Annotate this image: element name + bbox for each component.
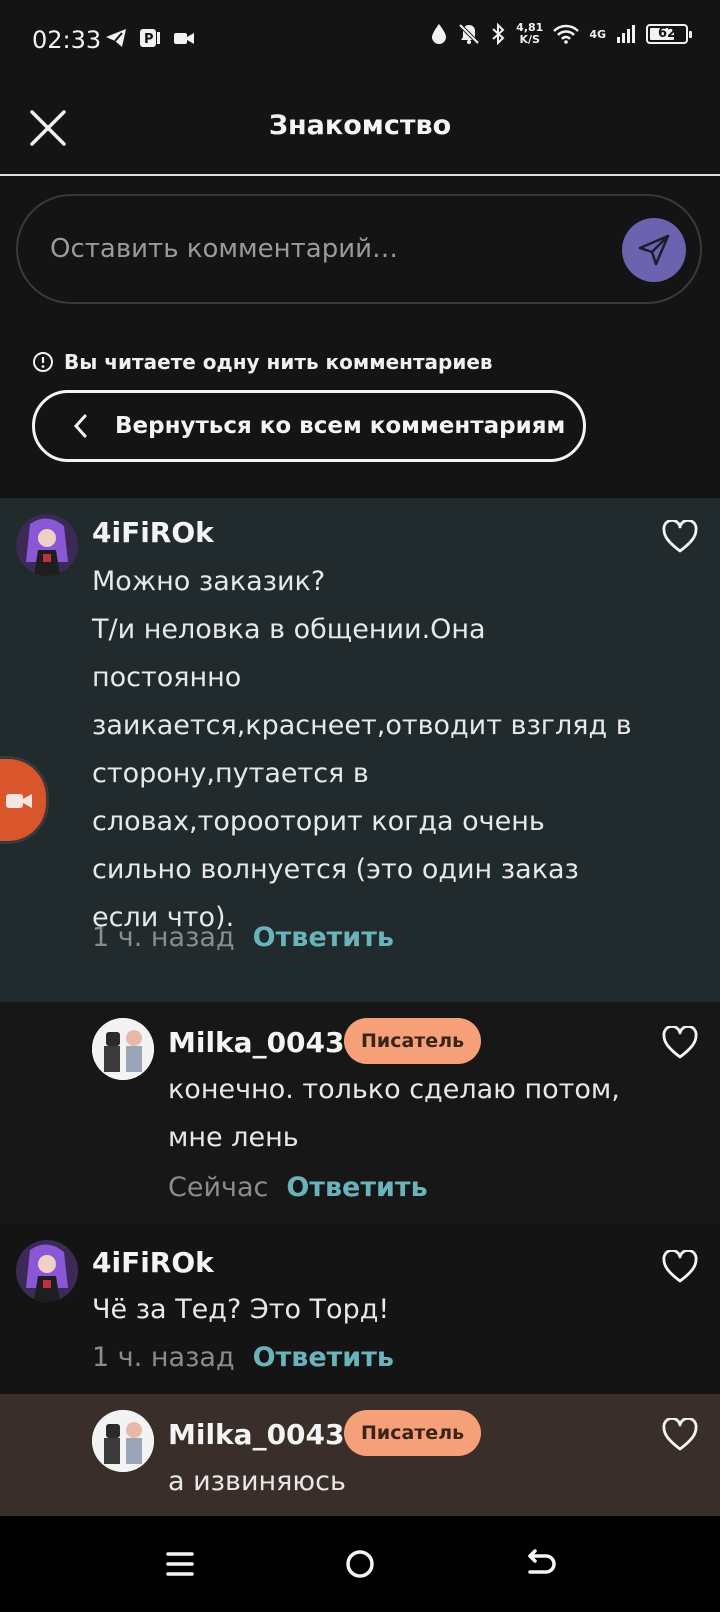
chevron-left-icon xyxy=(73,414,87,438)
comment-text: Чё за Тед? Это Торд! xyxy=(92,1294,390,1325)
thread-notice: Вы читаете одну нить комментариев xyxy=(32,350,493,374)
comment-author[interactable]: 4iFiROk xyxy=(92,516,214,549)
mute-notifications-icon xyxy=(458,23,480,45)
comment-time: 1 ч. назад xyxy=(92,922,235,953)
battery-icon: 62 xyxy=(646,24,692,44)
back-to-all-comments-button[interactable]: Вернуться ко всем комментариям xyxy=(32,390,586,462)
comment-author[interactable]: Milka_0043 xyxy=(168,1026,345,1059)
menu-button[interactable] xyxy=(158,1542,202,1586)
parking-icon: P xyxy=(140,29,160,47)
send-button[interactable] xyxy=(622,218,686,282)
avatar[interactable] xyxy=(92,1018,154,1080)
data-saver-icon xyxy=(432,24,447,44)
like-button[interactable] xyxy=(662,1416,698,1452)
comment-item: 4iFiROk Можно заказик? Т/и неловка в общ… xyxy=(0,498,720,1002)
comment-text: Можно заказик? Т/и неловка в общении.Она… xyxy=(92,566,632,933)
send-icon xyxy=(638,234,670,266)
home-circle-icon xyxy=(346,1550,374,1578)
svg-text:P: P xyxy=(144,32,154,47)
like-button[interactable] xyxy=(662,518,698,554)
network-speed: 4,81 K/S xyxy=(516,21,544,46)
comment-text: конечно. только сделаю потом, мне лень xyxy=(168,1074,620,1153)
home-button[interactable] xyxy=(338,1542,382,1586)
comment-meta: 1 ч. назад Ответить xyxy=(92,922,394,953)
signal-icon xyxy=(617,25,635,43)
video-camera-icon xyxy=(6,794,32,808)
reply-button[interactable]: Ответить xyxy=(253,1342,394,1373)
comment-input[interactable]: Оставить комментарий… xyxy=(16,194,702,304)
avatar[interactable] xyxy=(16,1240,78,1302)
comment-item: Milka_0043 Писатель конечно. только сдел… xyxy=(0,1002,720,1224)
comment-author[interactable]: 4iFiROk xyxy=(92,1246,214,1279)
comment-text: а извиняюсь xyxy=(168,1466,346,1497)
comment-placeholder: Оставить комментарий… xyxy=(50,234,399,264)
video-camera-icon xyxy=(174,33,194,44)
back-button-label: Вернуться ко всем комментариям xyxy=(115,413,566,439)
back-button[interactable] xyxy=(518,1542,562,1586)
comment-item: Milka_0043 Писатель а извиняюсь xyxy=(0,1394,720,1516)
avatar[interactable] xyxy=(16,514,78,576)
heart-icon xyxy=(662,1024,698,1059)
status-bar: 02:33 P 4,81 K/S 4G 62 xyxy=(0,0,720,80)
system-nav-bar xyxy=(0,1516,720,1612)
heart-icon xyxy=(662,1248,698,1283)
status-left-icons: P xyxy=(105,28,195,48)
reply-button[interactable]: Ответить xyxy=(253,922,394,953)
status-time: 02:33 xyxy=(32,26,102,54)
back-arrow-icon xyxy=(528,1549,556,1574)
heart-icon xyxy=(662,518,698,553)
network-type: 4G xyxy=(589,27,606,41)
comment-time: 1 ч. назад xyxy=(92,1342,235,1373)
comment-item: 4iFiROk Чё за Тед? Это Торд! 1 ч. назад … xyxy=(0,1224,720,1394)
bluetooth-icon xyxy=(492,23,505,45)
heart-icon xyxy=(662,1416,698,1451)
reply-button[interactable]: Ответить xyxy=(286,1172,427,1203)
writer-badge: Писатель xyxy=(344,1410,482,1456)
comment-meta: Сейчас Ответить xyxy=(168,1172,428,1203)
top-bar: Знакомство xyxy=(0,80,720,176)
comment-author[interactable]: Milka_0043 xyxy=(168,1418,345,1451)
info-icon xyxy=(33,352,53,372)
status-right-icons: 4,81 K/S 4G 62 xyxy=(430,21,692,46)
like-button[interactable] xyxy=(662,1248,698,1284)
avatar[interactable] xyxy=(92,1410,154,1472)
telegram-icon xyxy=(106,29,126,47)
comment-time: Сейчас xyxy=(168,1172,269,1203)
wifi-icon xyxy=(553,24,580,44)
page-title: Знакомство xyxy=(268,110,452,141)
menu-icon xyxy=(166,1552,194,1576)
writer-badge: Писатель xyxy=(344,1018,482,1064)
like-button[interactable] xyxy=(662,1024,698,1060)
comment-meta: 1 ч. назад Ответить xyxy=(92,1342,394,1373)
thread-notice-text: Вы читаете одну нить комментариев xyxy=(64,350,493,374)
